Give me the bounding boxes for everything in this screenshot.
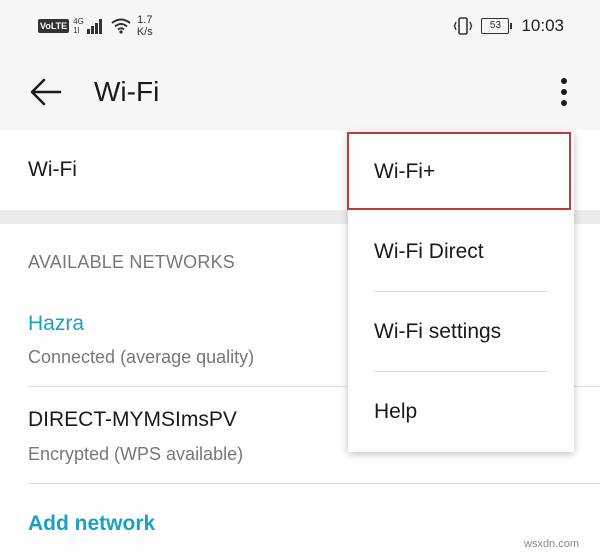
list-divider	[28, 483, 600, 484]
toolbar: Wi-Fi	[0, 52, 600, 130]
overflow-menu: Wi-Fi+ Wi-Fi Direct Wi-Fi settings Help	[347, 132, 574, 452]
network-name: Hazra	[28, 312, 85, 335]
add-network-button[interactable]: Add network	[28, 510, 155, 538]
battery-icon: 53	[481, 18, 513, 34]
menu-item-wifi-direct[interactable]: Wi-Fi Direct	[348, 212, 574, 292]
network-type: 4G 1l	[73, 17, 84, 35]
menu-item-help[interactable]: Help	[348, 372, 574, 452]
menu-item-label: Wi-Fi Direct	[374, 240, 484, 263]
available-networks-header: AVAILABLE NETWORKS	[28, 252, 235, 272]
more-vert-icon[interactable]	[552, 72, 576, 112]
network-type-label: 4G	[73, 17, 84, 26]
menu-item-label: Wi-Fi settings	[374, 320, 502, 343]
speed-value: 1.7	[137, 14, 153, 26]
wifi-icon	[111, 18, 131, 34]
page-title: Wi-Fi	[94, 76, 160, 107]
status-bar: VoLTE 4G 1l 1.7 K/s 53 10:03	[0, 0, 600, 52]
vibrate-icon	[454, 17, 473, 35]
network-name: DIRECT-MYMSImsPV	[28, 408, 237, 431]
network-status: Connected (average quality)	[28, 347, 255, 367]
menu-item-wifi-plus[interactable]: Wi-Fi+	[347, 132, 574, 212]
back-arrow-icon[interactable]	[28, 74, 64, 110]
status-bar-left: VoLTE 4G 1l 1.7 K/s	[38, 12, 153, 40]
menu-item-wifi-settings[interactable]: Wi-Fi settings	[348, 292, 574, 372]
clock: 10:03	[521, 16, 564, 35]
network-type-sub: 1l	[73, 26, 80, 35]
status-bar-right: 53 10:03	[453, 12, 564, 40]
network-speed: 1.7 K/s	[137, 14, 153, 38]
speed-unit: K/s	[136, 26, 153, 38]
menu-item-label: Wi-Fi+	[374, 160, 436, 183]
watermark: wsxdn.com	[524, 538, 580, 550]
wifi-toggle-label: Wi-Fi	[28, 158, 77, 181]
network-status: Encrypted (WPS available)	[28, 444, 244, 464]
volte-badge: VoLTE	[38, 19, 70, 33]
menu-item-label: Help	[374, 400, 418, 423]
signal-icon	[86, 18, 103, 34]
